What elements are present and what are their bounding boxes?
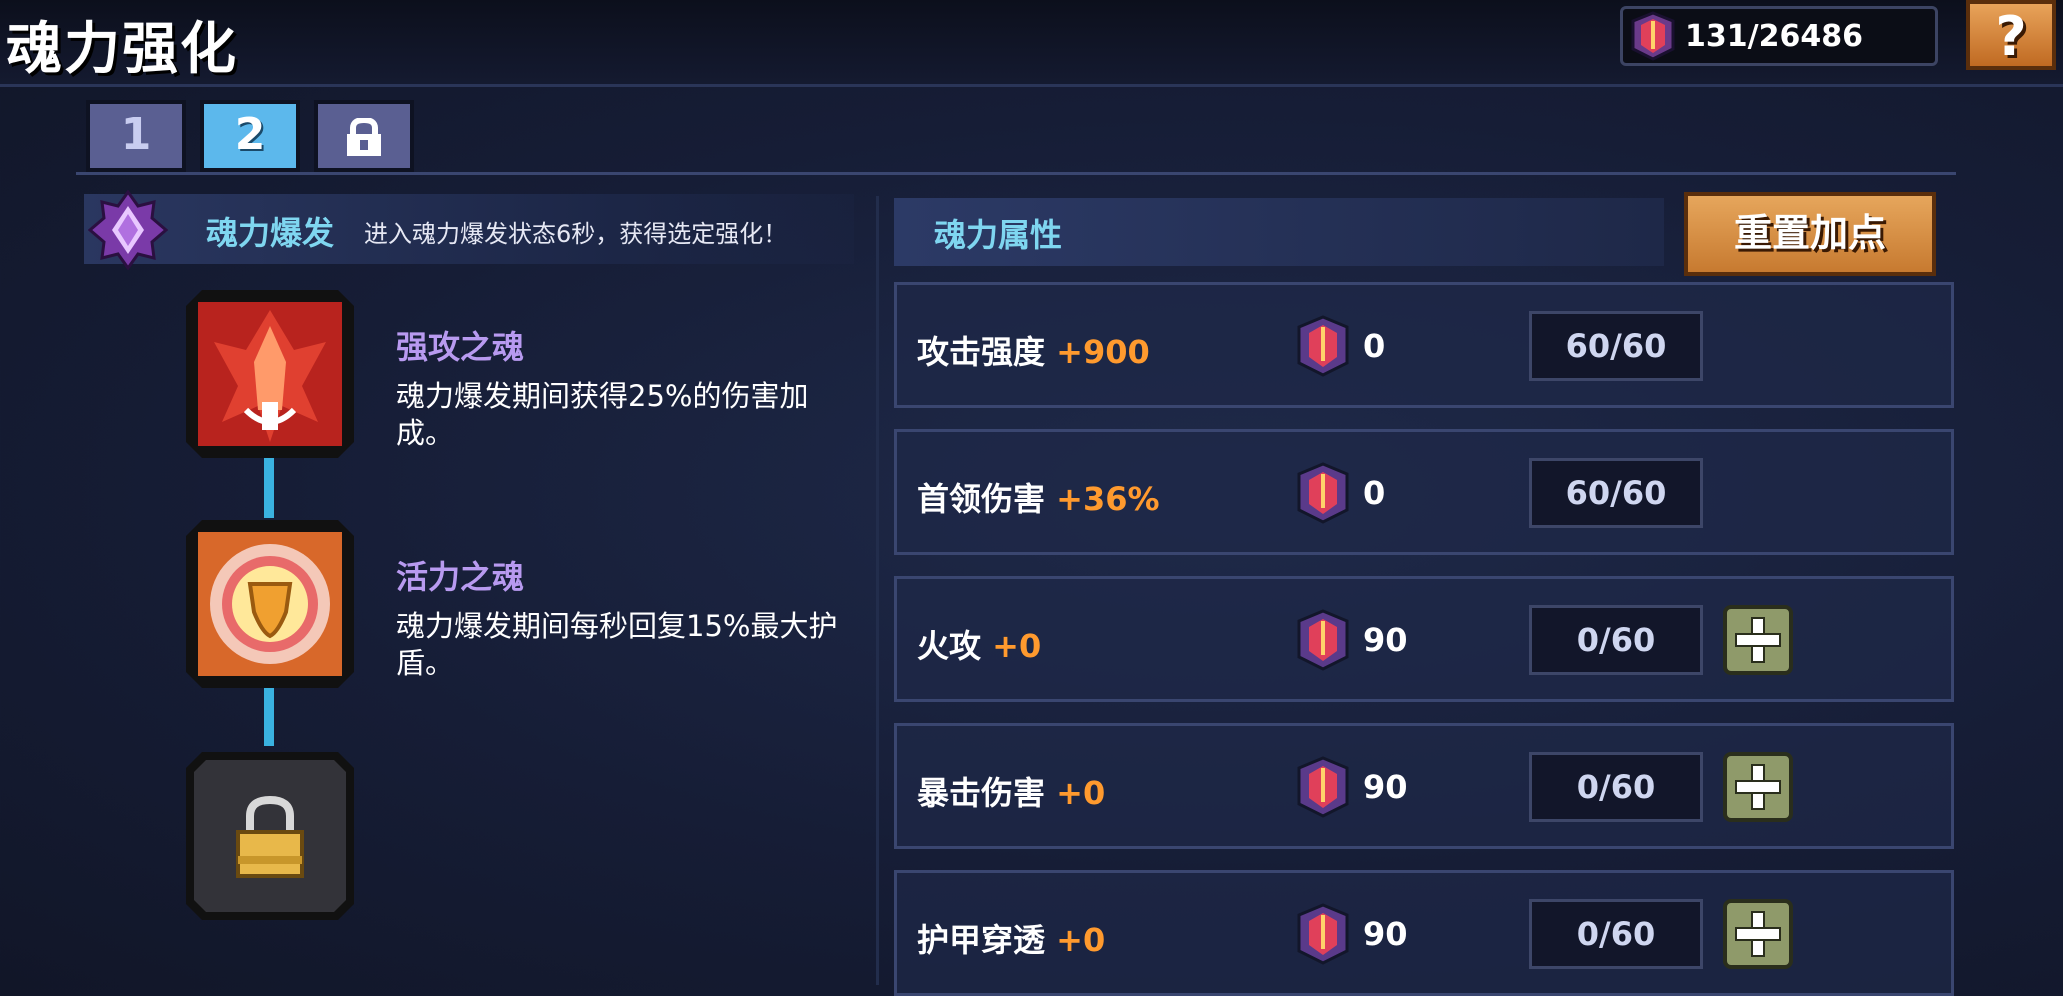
panel-divider: [876, 196, 879, 985]
soul-gem-icon: [1295, 609, 1351, 675]
attribute-cost: 90: [1363, 915, 1408, 953]
skill-connector: [264, 458, 274, 518]
skill-name-attack: 强攻之魂: [396, 328, 525, 366]
attack-soul-icon[interactable]: [186, 290, 354, 458]
attribute-bonus: +0: [1056, 774, 1106, 812]
soul-burst-title: 魂力爆发: [206, 214, 335, 252]
attribute-label: 暴击伤害 +0: [917, 768, 1105, 814]
attribute-row: 攻击强度 +900 0 60/60: [894, 282, 1954, 408]
lock-icon: [347, 116, 381, 156]
attribute-name: 火攻: [917, 627, 993, 665]
skill-desc-attack: 魂力爆发期间获得25%的伤害加成。: [396, 379, 809, 450]
attributes-title: 魂力属性: [934, 216, 1063, 254]
skill-name-vitality: 活力之魂: [396, 558, 525, 596]
attribute-bonus: +36%: [1056, 480, 1160, 518]
soul-gem-icon: [1295, 462, 1351, 528]
tab-page-1[interactable]: 1: [86, 100, 186, 172]
attribute-name: 攻击强度: [917, 333, 1057, 371]
attribute-name: 护甲穿透: [917, 921, 1057, 959]
attribute-label: 攻击强度 +900: [917, 327, 1150, 373]
attribute-bonus: +0: [1056, 921, 1106, 959]
attribute-row: 暴击伤害 +0 90 0/60: [894, 723, 1954, 849]
attribute-level: 60/60: [1529, 311, 1703, 381]
attribute-label: 护甲穿透 +0: [917, 915, 1105, 961]
attribute-row: 火攻 +0 90 0/60: [894, 576, 1954, 702]
vitality-soul-icon[interactable]: [186, 520, 354, 688]
page-title: 魂力强化: [6, 17, 238, 82]
currency-amount: 131/26486: [1685, 19, 1863, 54]
attribute-cost: 0: [1363, 327, 1386, 365]
skill-desc-vitality: 魂力爆发期间每秒回复15%最大护盾。: [396, 609, 838, 680]
add-point-button[interactable]: [1723, 899, 1793, 969]
soul-burst-description: 进入魂力爆发状态6秒，获得选定强化！: [364, 220, 788, 248]
attribute-cost: 0: [1363, 474, 1386, 512]
attribute-cost: 90: [1363, 768, 1408, 806]
help-button[interactable]: ?: [1966, 0, 2056, 70]
soul-gem-icon: [1631, 11, 1675, 61]
attribute-level: 0/60: [1529, 752, 1703, 822]
attribute-name: 暴击伤害: [917, 774, 1057, 812]
attribute-level: 0/60: [1529, 605, 1703, 675]
tab-underline: [76, 172, 1956, 175]
skill-connector: [264, 688, 274, 746]
attribute-bonus: +0: [992, 627, 1042, 665]
attribute-row: 护甲穿透 +0 90 0/60: [894, 870, 1954, 996]
add-point-button[interactable]: [1723, 752, 1793, 822]
soul-gem-icon: [1295, 903, 1351, 969]
attribute-name: 首领伤害: [917, 480, 1057, 518]
top-bar: 魂力强化 131/26486 ?: [0, 0, 2063, 87]
attribute-label: 首领伤害 +36%: [917, 474, 1160, 520]
attribute-bonus: +900: [1056, 333, 1150, 371]
soul-gem-icon: [1295, 315, 1351, 381]
attribute-row: 首领伤害 +36% 0 60/60: [894, 429, 1954, 555]
attribute-label: 火攻 +0: [917, 621, 1041, 667]
soul-burst-icon: [88, 190, 168, 270]
soul-gem-icon: [1295, 756, 1351, 822]
add-point-button[interactable]: [1723, 605, 1793, 675]
attribute-cost: 90: [1363, 621, 1408, 659]
attribute-level: 0/60: [1529, 899, 1703, 969]
reset-points-button[interactable]: 重置加点: [1684, 192, 1936, 276]
tab-locked[interactable]: [314, 100, 414, 172]
soul-currency-display: 131/26486: [1620, 6, 1938, 66]
tab-page-2[interactable]: 2: [200, 100, 300, 172]
attribute-level: 60/60: [1529, 458, 1703, 528]
locked-slot-icon[interactable]: [186, 752, 354, 920]
